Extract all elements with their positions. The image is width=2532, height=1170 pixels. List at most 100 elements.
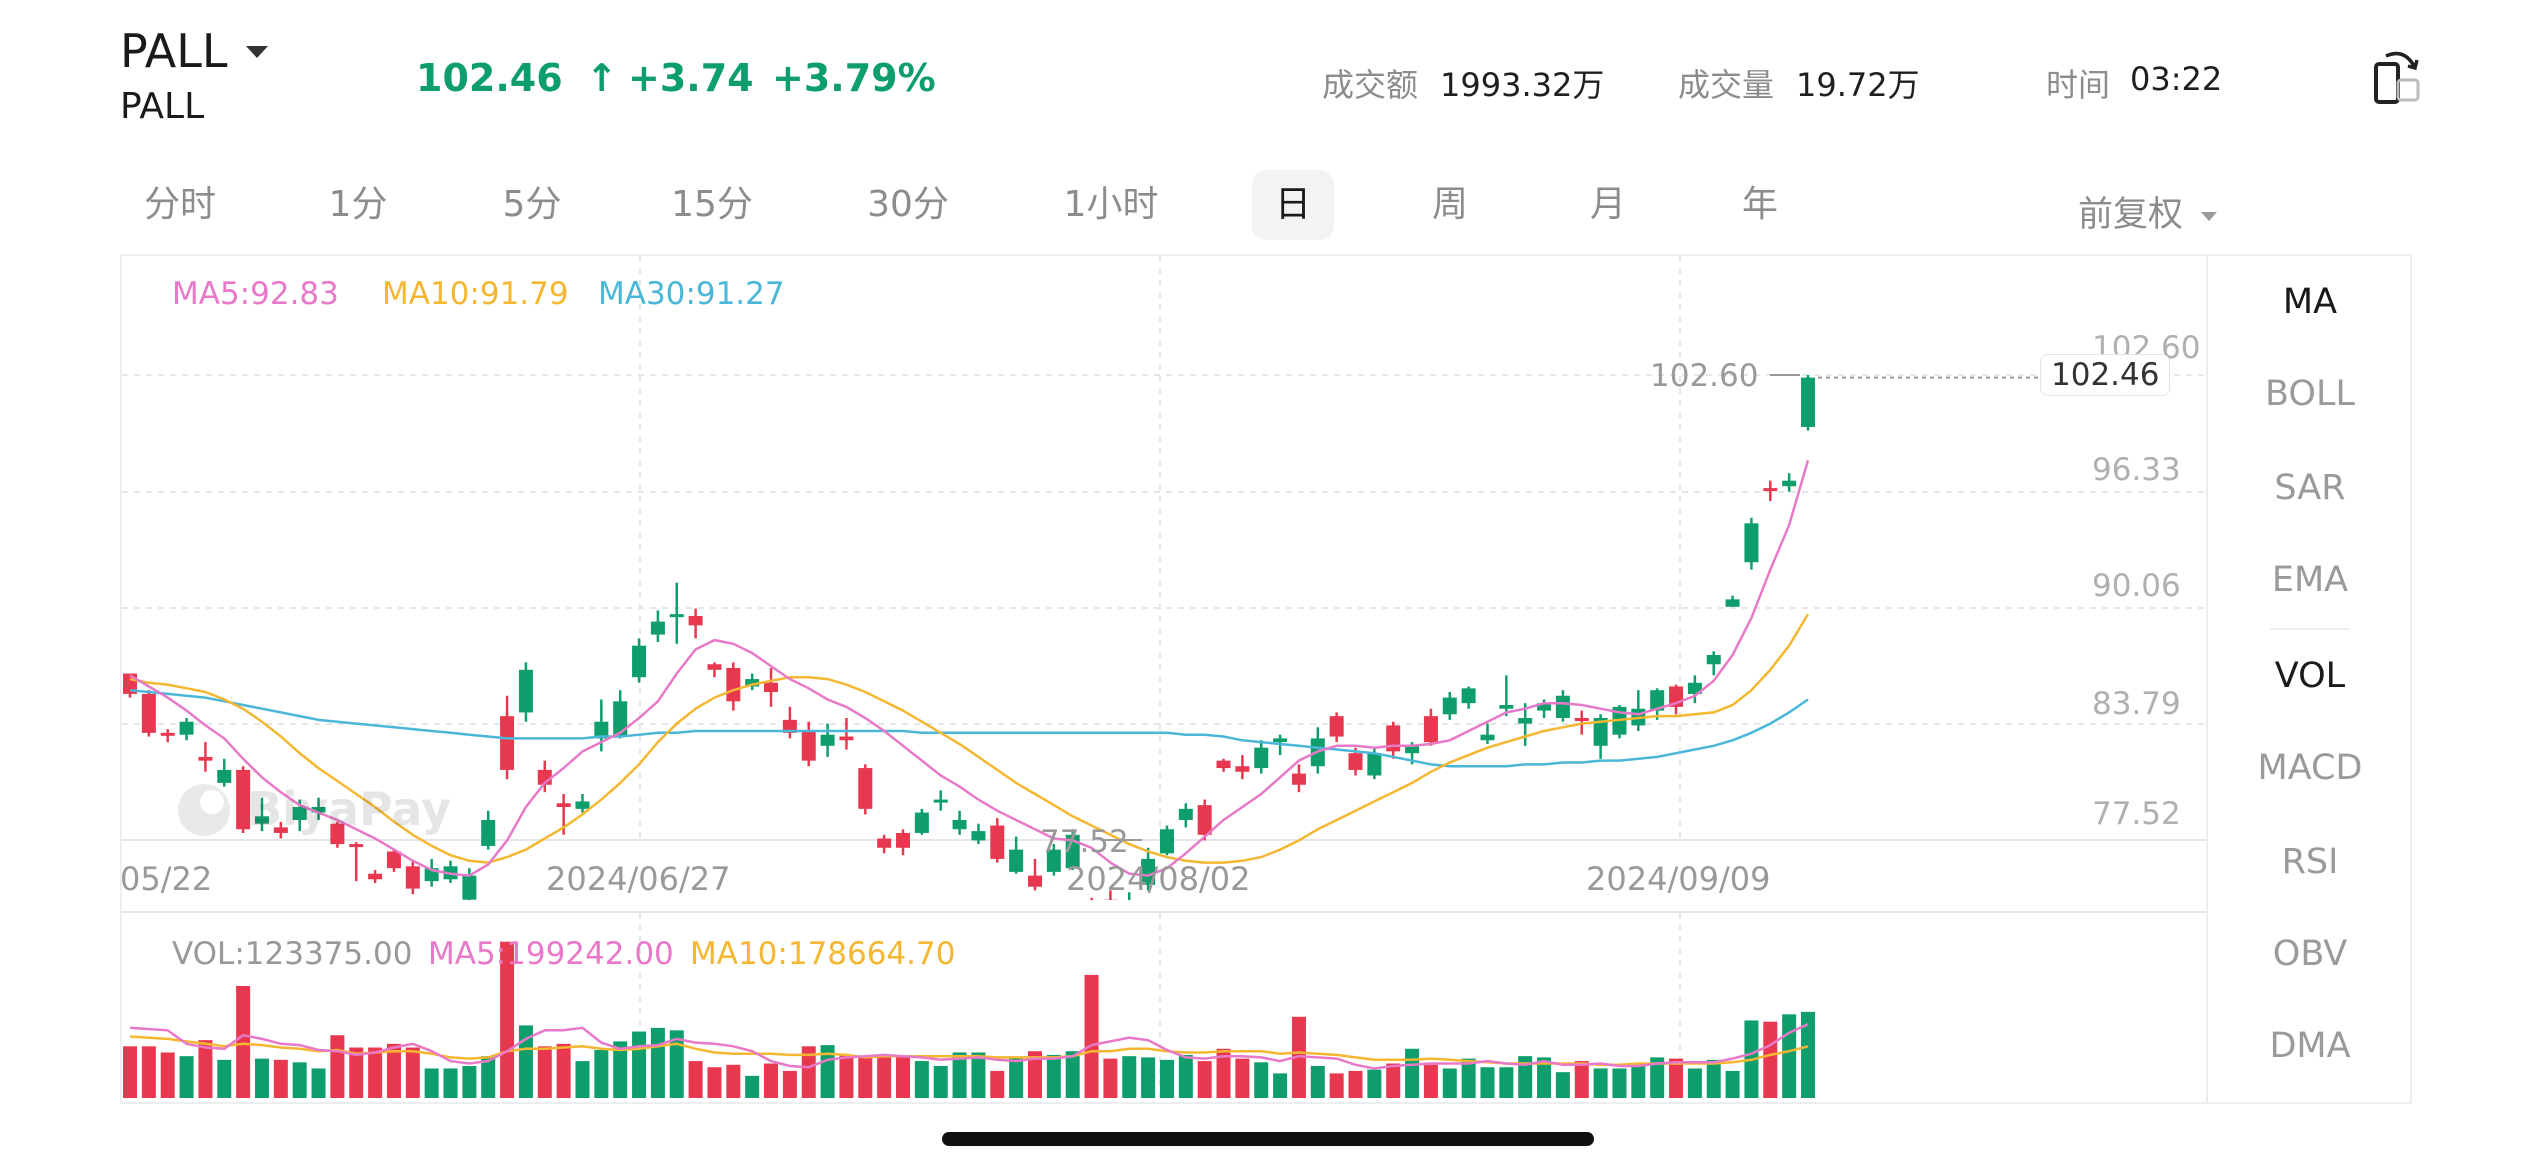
- indicator-dma[interactable]: DMA: [2210, 1026, 2410, 1066]
- volume-bar: [1046, 1054, 1061, 1098]
- volume-bar: [933, 1066, 948, 1098]
- indicator-boll[interactable]: BOLL: [2210, 374, 2410, 414]
- volume-bar: [632, 1031, 647, 1098]
- volume-bar: [292, 1062, 307, 1098]
- x-label: 2024/06/27: [546, 860, 731, 898]
- biyapay-logo-icon: [178, 784, 230, 836]
- ma10-legend: MA10:91.79: [382, 276, 569, 312]
- volume-bar: [914, 1061, 929, 1098]
- volume-bar: [1084, 974, 1099, 1098]
- volume-bar: [1254, 1062, 1269, 1098]
- volume-bar: [254, 1058, 269, 1098]
- volume-bar: [1065, 1051, 1080, 1098]
- volume-bar: [1405, 1048, 1420, 1098]
- indicator-macd[interactable]: MACD: [2210, 748, 2410, 788]
- volume-bar: [537, 1046, 552, 1098]
- volume-bar: [707, 1067, 722, 1098]
- volume-bar: [877, 1056, 892, 1098]
- volume-bar: [1197, 1061, 1212, 1098]
- volume-bar: [1442, 1068, 1457, 1098]
- volume-bar: [556, 1043, 571, 1098]
- volume-bar: [1782, 1014, 1797, 1098]
- volume-bar: [1574, 1061, 1589, 1098]
- volume-bar: [688, 1061, 703, 1098]
- volume-bar: [1687, 1068, 1702, 1098]
- volume-bar: [1593, 1068, 1608, 1098]
- volume-bar: [330, 1035, 345, 1098]
- volume-bar: [745, 1075, 760, 1098]
- volume-bar: [443, 1068, 458, 1098]
- volume-bar: [368, 1047, 383, 1098]
- volume-bar: [575, 1061, 590, 1098]
- volume-bar: [1612, 1068, 1627, 1098]
- volume-bar: [726, 1064, 741, 1098]
- vol-ma5-legend: MA5:199242.00: [428, 936, 674, 972]
- rotate-screen-icon[interactable]: [2370, 44, 2426, 108]
- x-label: 05/22: [120, 860, 213, 898]
- volume-bar: [311, 1068, 326, 1098]
- volume-bar: [179, 1056, 194, 1098]
- ma30-legend: MA30:91.27: [598, 276, 785, 312]
- volume-bar: [764, 1063, 779, 1098]
- volume-bar: [782, 1070, 797, 1098]
- volume-bar: [1480, 1067, 1495, 1098]
- high-price-marker: 102.60: [1650, 358, 1759, 394]
- home-indicator[interactable]: [942, 1132, 1594, 1146]
- indicator-sar[interactable]: SAR: [2210, 468, 2410, 508]
- volume-bar: [1122, 1056, 1137, 1098]
- volume-bar: [1367, 1069, 1382, 1098]
- volume-bar: [424, 1068, 439, 1098]
- volume-bar: [990, 1070, 1005, 1098]
- last-price-tag: 102.46: [2040, 354, 2171, 396]
- volume-bar: [1178, 1054, 1193, 1098]
- volume-bar: [141, 1046, 156, 1098]
- volume-bar: [1310, 1066, 1325, 1098]
- volume-bar: [1706, 1059, 1721, 1098]
- volume-bar: [594, 1050, 609, 1098]
- y-label: 90.06: [2092, 568, 2181, 604]
- volume-bar: [1725, 1070, 1740, 1098]
- watermark-text: BiyaPay: [247, 782, 452, 836]
- indicator-ema[interactable]: EMA: [2210, 560, 2410, 600]
- volume-bar: [1273, 1073, 1288, 1098]
- x-label: 2024/08/02: [1066, 860, 1251, 898]
- volume-bar: [1235, 1058, 1250, 1098]
- volume-bar: [1555, 1072, 1570, 1098]
- volume-bar: [462, 1066, 477, 1098]
- volume-bar: [1423, 1064, 1438, 1098]
- watermark-logo: BiyaPay: [172, 778, 451, 840]
- volume-bar: [650, 1027, 665, 1098]
- volume-bar: [273, 1059, 288, 1098]
- y-label: 83.79: [2092, 686, 2181, 722]
- volume-bar: [1159, 1059, 1174, 1098]
- volume-bar: [405, 1047, 420, 1098]
- volume-bar: [1763, 1021, 1778, 1098]
- volume-bar: [858, 1057, 873, 1098]
- volume-bar: [1329, 1073, 1344, 1098]
- volume-bar: [896, 1057, 911, 1098]
- indicator-obv[interactable]: OBV: [2210, 934, 2410, 974]
- vol-legend: VOL:123375.00: [172, 936, 413, 972]
- volume-bar: [1499, 1067, 1514, 1098]
- y-label: 96.33: [2092, 452, 2181, 488]
- volume-bar: [839, 1054, 854, 1098]
- y-label: 77.52: [2092, 796, 2181, 832]
- volume-bar: [1009, 1057, 1024, 1098]
- volume-bar: [236, 986, 251, 1098]
- indicator-ma[interactable]: MA: [2210, 282, 2410, 322]
- volume-bar: [217, 1059, 232, 1098]
- volume-bar: [123, 1046, 137, 1098]
- ma5-legend: MA5:92.83: [172, 276, 339, 312]
- indicator-rsi[interactable]: RSI: [2210, 842, 2410, 882]
- volume-bar: [1631, 1063, 1646, 1098]
- volume-bar: [160, 1052, 175, 1098]
- volume-bar: [1348, 1070, 1363, 1098]
- volume-bar: [1103, 1058, 1118, 1098]
- x-label: 2024/09/09: [1586, 860, 1771, 898]
- volume-bar: [971, 1052, 986, 1098]
- volume-bar: [1386, 1063, 1401, 1098]
- volume-bar: [1141, 1057, 1156, 1098]
- indicator-vol[interactable]: VOL: [2210, 656, 2410, 696]
- low-price-marker: 77.52: [1040, 824, 1129, 860]
- vol-ma10-legend: MA10:178664.70: [690, 936, 956, 972]
